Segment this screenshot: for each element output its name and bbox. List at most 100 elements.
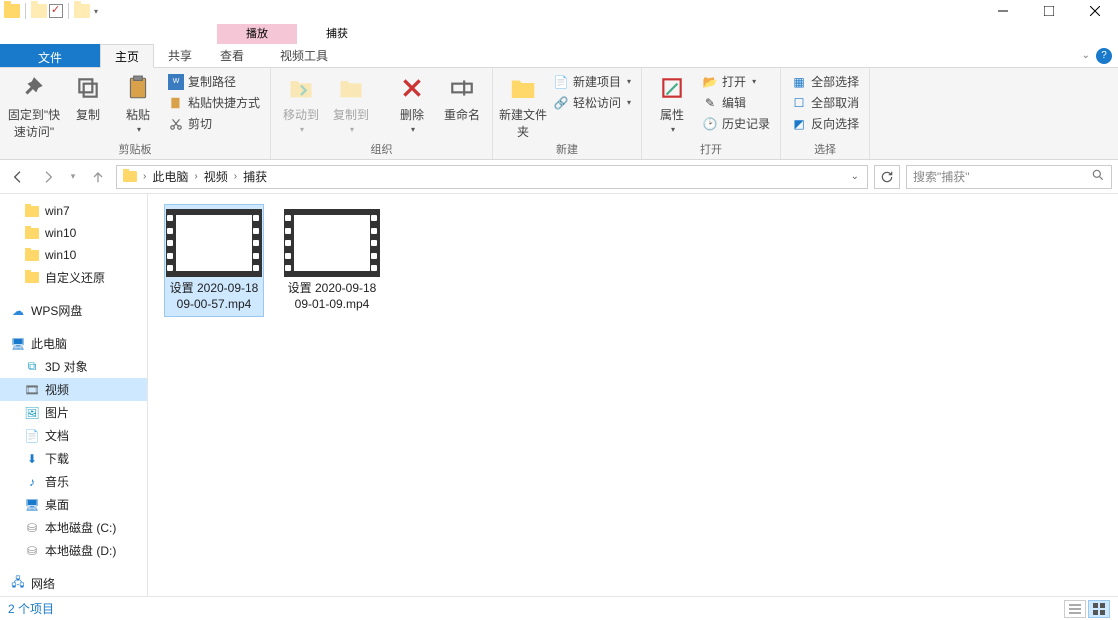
3d-icon: ⧉ <box>24 359 40 375</box>
address-bar[interactable]: › 此电脑 › 视频 › 捕获 ⌄ <box>116 165 868 189</box>
qat-separator <box>68 3 69 19</box>
tree-quick-item[interactable]: win7 <box>0 200 147 222</box>
tree-pc-item[interactable]: ⧉3D 对象 <box>0 355 147 378</box>
delete-icon <box>396 72 428 104</box>
file-item[interactable]: 设置 2020-09-18 09-01-09.mp4 <box>282 204 382 317</box>
view-icons-button[interactable] <box>1088 600 1110 618</box>
close-button[interactable] <box>1072 0 1118 22</box>
search-placeholder: 搜索"捕获" <box>913 168 970 185</box>
move-to-icon <box>285 72 317 104</box>
refresh-button[interactable] <box>874 165 900 189</box>
ribbon-tabs: 文件 主页 共享 查看 视频工具 ⌄ ? <box>0 44 1118 68</box>
ribbon-collapse[interactable]: ⌄ ? <box>1076 44 1118 67</box>
copy-button[interactable]: 复制 <box>64 70 112 123</box>
tree-pc-item[interactable]: 🖼图片 <box>0 401 147 424</box>
copy-path-icon: W <box>168 74 184 90</box>
recent-dropdown[interactable]: ▾ <box>66 165 80 189</box>
qat-new-folder-icon[interactable] <box>74 4 90 18</box>
tree-pc-item[interactable]: ⛁本地磁盘 (C:) <box>0 516 147 539</box>
paste-shortcut-button[interactable]: 粘贴快捷方式 <box>164 93 264 112</box>
maximize-button[interactable] <box>1026 0 1072 22</box>
rename-button[interactable]: 重命名 <box>438 70 486 123</box>
tab-file[interactable]: 文件 <box>0 44 100 67</box>
copy-path-button[interactable]: W复制路径 <box>164 72 264 91</box>
tree-pc-item[interactable]: 🎞视频 <box>0 378 147 401</box>
tree-this-pc[interactable]: 🖥 此电脑 <box>0 332 147 355</box>
cloud-icon: ☁ <box>10 303 26 319</box>
select-none-button[interactable]: ☐全部取消 <box>787 93 863 112</box>
tab-video-tools[interactable]: 视频工具 <box>266 44 342 67</box>
delete-button[interactable]: 删除▾ <box>388 70 436 134</box>
tree-pc-item[interactable]: ♪音乐 <box>0 470 147 493</box>
file-item[interactable]: 设置 2020-09-18 09-00-57.mp4 <box>164 204 264 317</box>
drive-icon: ⛁ <box>24 520 40 536</box>
qat-check-icon[interactable] <box>49 4 63 18</box>
select-all-icon: ▦ <box>791 74 807 90</box>
nav-tree[interactable]: win7win10win10自定义还原 ☁ WPS网盘 🖥 此电脑 ⧉3D 对象… <box>0 194 148 596</box>
cut-icon <box>168 116 184 132</box>
tab-share[interactable]: 共享 <box>154 44 206 67</box>
history-button[interactable]: 🕑历史记录 <box>698 114 774 133</box>
file-list[interactable]: 设置 2020-09-18 09-00-57.mp4设置 2020-09-18 … <box>148 194 1118 596</box>
app-icon <box>4 4 20 18</box>
tree-wps[interactable]: ☁ WPS网盘 <box>0 299 147 322</box>
tree-pc-item[interactable]: 🖥桌面 <box>0 493 147 516</box>
properties-icon <box>656 72 688 104</box>
qat-dropdown-icon[interactable]: ▾ <box>92 4 100 18</box>
breadcrumb-item[interactable]: 此电脑 <box>148 168 192 185</box>
search-icon[interactable] <box>1091 168 1105 185</box>
tree-pc-item[interactable]: ⬇下载 <box>0 447 147 470</box>
easy-access-button[interactable]: 🔗轻松访问▾ <box>549 93 635 112</box>
chevron-right-icon[interactable]: › <box>143 171 146 182</box>
help-icon[interactable]: ? <box>1096 48 1112 64</box>
cut-button[interactable]: 剪切 <box>164 114 264 133</box>
history-icon: 🕑 <box>702 116 718 132</box>
select-all-button[interactable]: ▦全部选择 <box>787 72 863 91</box>
view-details-button[interactable] <box>1064 600 1086 618</box>
back-button[interactable] <box>6 165 30 189</box>
music-icon: ♪ <box>24 474 40 490</box>
paste-button[interactable]: 粘贴 ▾ <box>114 70 162 134</box>
qat-properties-icon[interactable] <box>31 4 47 18</box>
pin-to-quick-access-button[interactable]: 固定到"快速访问" <box>6 70 62 140</box>
move-to-button[interactable]: 移动到▾ <box>277 70 325 134</box>
breadcrumb-item[interactable]: 捕获 <box>239 168 271 185</box>
up-button[interactable] <box>86 165 110 189</box>
tree-quick-item[interactable]: 自定义还原 <box>0 266 147 289</box>
tree-pc-item[interactable]: 📄文档 <box>0 424 147 447</box>
quick-access-toolbar: ▾ <box>0 3 100 19</box>
new-folder-button[interactable]: 新建文件夹 <box>499 70 547 140</box>
properties-button[interactable]: 属性▾ <box>648 70 696 134</box>
computer-icon: 🖥 <box>10 336 26 352</box>
new-item-button[interactable]: 📄新建项目▾ <box>549 72 635 91</box>
chevron-right-icon[interactable]: › <box>234 171 237 182</box>
video-thumbnail <box>166 209 262 277</box>
chevron-down-icon: ▾ <box>137 125 141 134</box>
edit-button[interactable]: ✎编辑 <box>698 93 774 112</box>
edit-icon: ✎ <box>702 95 718 111</box>
ribbon-group-select: ▦全部选择 ☐全部取消 ◩反向选择 选择 <box>781 68 870 159</box>
tree-quick-item[interactable]: win10 <box>0 244 147 266</box>
nav-row: ▾ › 此电脑 › 视频 › 捕获 ⌄ 搜索"捕获" <box>0 160 1118 194</box>
tree-network[interactable]: 🖧 网络 <box>0 572 147 595</box>
tab-home[interactable]: 主页 <box>100 44 154 68</box>
copy-to-button[interactable]: 复制到▾ <box>327 70 375 134</box>
search-box[interactable]: 搜索"捕获" <box>906 165 1112 189</box>
open-button[interactable]: 📂打开▾ <box>698 72 774 91</box>
new-folder-icon <box>507 72 539 104</box>
minimize-button[interactable] <box>980 0 1026 22</box>
invert-selection-button[interactable]: ◩反向选择 <box>787 114 863 133</box>
open-icon: 📂 <box>702 74 718 90</box>
paste-icon <box>122 72 154 104</box>
breadcrumb-item[interactable]: 视频 <box>200 168 232 185</box>
chevron-right-icon[interactable]: › <box>194 171 197 182</box>
context-tab-capture[interactable]: 捕获 <box>297 24 377 44</box>
context-tab-play[interactable]: 播放 <box>217 24 297 44</box>
tree-quick-item[interactable]: win10 <box>0 222 147 244</box>
forward-button[interactable] <box>36 165 60 189</box>
network-icon: 🖧 <box>10 576 26 592</box>
tab-view[interactable]: 查看 <box>206 44 258 67</box>
tree-pc-item[interactable]: ⛁本地磁盘 (D:) <box>0 539 147 562</box>
downloads-icon: ⬇ <box>24 451 40 467</box>
address-dropdown[interactable]: ⌄ <box>845 171 865 182</box>
